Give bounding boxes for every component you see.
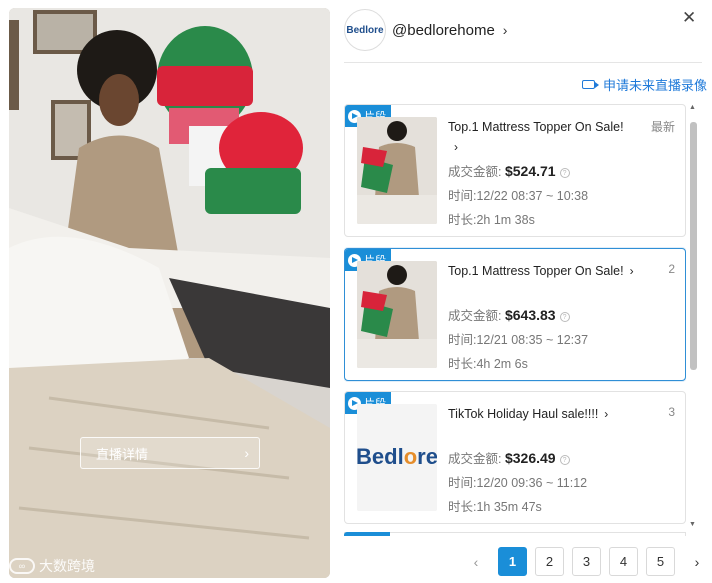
clip-duration: 时长:1h 35m 47s <box>448 500 542 514</box>
prev-page-button[interactable]: ‹ <box>462 554 490 570</box>
clip-card-partial[interactable] <box>344 532 686 536</box>
chevron-right-icon: › <box>629 264 634 278</box>
amount-value: $643.83 <box>504 307 556 323</box>
clip-thumbnail[interactable]: Bedlore <box>357 404 437 511</box>
next-page-button[interactable]: › <box>683 554 711 570</box>
amount-value: $326.49 <box>504 450 556 466</box>
apply-record-link[interactable]: 申请未来直播录像 <box>582 75 707 94</box>
thumbnail-image: Bedlore <box>357 404 437 511</box>
clip-info: Top.1 Mattress Topper On Sale! › 成交金额: $6… <box>448 261 678 374</box>
video-camera-icon <box>582 80 599 89</box>
clip-duration: 时长:2h 1m 38s <box>448 213 535 227</box>
scrollbar[interactable]: ▲ ▼ <box>689 104 697 530</box>
page-button-3[interactable]: 3 <box>572 547 601 576</box>
amount-label: 成交金额: <box>448 452 502 466</box>
clip-title[interactable]: Top.1 Mattress Topper On Sale! › <box>448 261 678 281</box>
page-button-1[interactable]: 1 <box>498 547 527 576</box>
amount-label: 成交金额: <box>448 309 502 323</box>
scroll-down-icon[interactable]: ▼ <box>689 521 696 528</box>
clip-time: 时间:12/20 09:36 ~ 11:12 <box>448 476 588 490</box>
scrollbar-thumb[interactable] <box>690 122 697 370</box>
clip-title-text: Top.1 Mattress Topper On Sale! <box>448 120 624 134</box>
page-button-5[interactable]: 5 <box>646 547 675 576</box>
clip-tag <box>344 532 390 536</box>
clip-thumbnail[interactable] <box>357 261 437 368</box>
clip-rank-badge: 最新 <box>650 120 675 134</box>
chevron-right-icon: › <box>244 445 249 461</box>
chevron-right-icon: › <box>604 407 609 421</box>
clip-card[interactable]: 片段 Bedlore TikTok Holiday Haul sale!!!!›… <box>344 391 686 524</box>
thumbnail-image <box>357 261 437 368</box>
help-icon[interactable]: ? <box>559 167 570 178</box>
page-button-2[interactable]: 2 <box>535 547 564 576</box>
shop-avatar: Bedlore <box>344 9 386 51</box>
shop-header[interactable]: Bedlore @bedlorehome › <box>344 8 704 52</box>
clip-card[interactable]: 片段 Top.1 Mattress Topper On Sale!› 成交金额:… <box>344 104 686 237</box>
clip-rank-badge: 3 <box>668 405 675 419</box>
video-frame <box>9 8 330 578</box>
clip-rank-badge: 2 <box>668 262 675 276</box>
logo-icon: ∞ <box>9 558 35 574</box>
live-detail-label: 直播详情 <box>96 446 149 462</box>
clip-time: 时间:12/21 08:35 ~ 12:37 <box>448 333 589 347</box>
video-player[interactable]: 直播详情 › ∞ 大数跨境 <box>9 8 330 578</box>
pagination: ‹ 1 2 3 4 5 › <box>462 547 711 576</box>
live-replay-page: 直播详情 › ∞ 大数跨境 Bedlore @bedlorehome › ✕ 申… <box>0 0 712 583</box>
clip-title-text: TikTok Holiday Haul sale!!!! <box>448 407 599 421</box>
chevron-right-icon: › <box>502 22 508 38</box>
page-button-4[interactable]: 4 <box>609 547 638 576</box>
shop-logo-text: Bedlore <box>346 24 384 36</box>
live-detail-button[interactable]: 直播详情 › <box>80 437 260 469</box>
help-icon[interactable]: ? <box>559 454 570 465</box>
clip-title-text: Top.1 Mattress Topper On Sale! <box>448 264 624 278</box>
amount-label: 成交金额: <box>448 165 502 179</box>
divider <box>344 62 702 63</box>
help-icon[interactable]: ? <box>559 311 570 322</box>
clip-title[interactable]: TikTok Holiday Haul sale!!!! › <box>448 404 678 424</box>
clip-amount-row: 成交金额: $524.71? <box>448 161 678 182</box>
clip-time: 时间:12/22 08:37 ~ 10:38 <box>448 189 589 203</box>
shop-handle: @bedlorehome <box>392 21 495 39</box>
watermark: ∞ 大数跨境 <box>9 556 95 576</box>
close-icon[interactable]: ✕ <box>682 8 696 28</box>
clip-title[interactable]: Top.1 Mattress Topper On Sale! › <box>448 117 678 157</box>
clip-info: TikTok Holiday Haul sale!!!! › 成交金额: $326… <box>448 404 678 517</box>
clip-amount-row: 成交金额: $326.49? <box>448 448 678 469</box>
thumbnail-image <box>357 117 437 224</box>
clip-info: Top.1 Mattress Topper On Sale! › 成交金额: $5… <box>448 117 678 230</box>
watermark-text: 大数跨境 <box>39 558 95 574</box>
clip-duration: 时长:4h 2m 6s <box>448 357 528 371</box>
clip-list: 片段 Top.1 Mattress Topper On Sale!› 成交金额:… <box>344 104 686 536</box>
clip-thumbnail[interactable] <box>357 117 437 224</box>
chevron-right-icon: › <box>454 140 458 154</box>
live-clips-panel: Bedlore @bedlorehome › ✕ 申请未来直播录像 片段 <box>344 0 712 583</box>
scroll-up-icon[interactable]: ▲ <box>689 104 696 111</box>
svg-text:Bedlore: Bedlore <box>357 444 437 469</box>
apply-record-label: 申请未来直播录像 <box>603 78 708 93</box>
clip-amount-row: 成交金额: $643.83? <box>448 305 678 326</box>
amount-value: $524.71 <box>504 163 556 179</box>
clip-card[interactable]: 片段 Top.1 Mattress Topper On Sale!› 成交金额:… <box>344 248 686 381</box>
